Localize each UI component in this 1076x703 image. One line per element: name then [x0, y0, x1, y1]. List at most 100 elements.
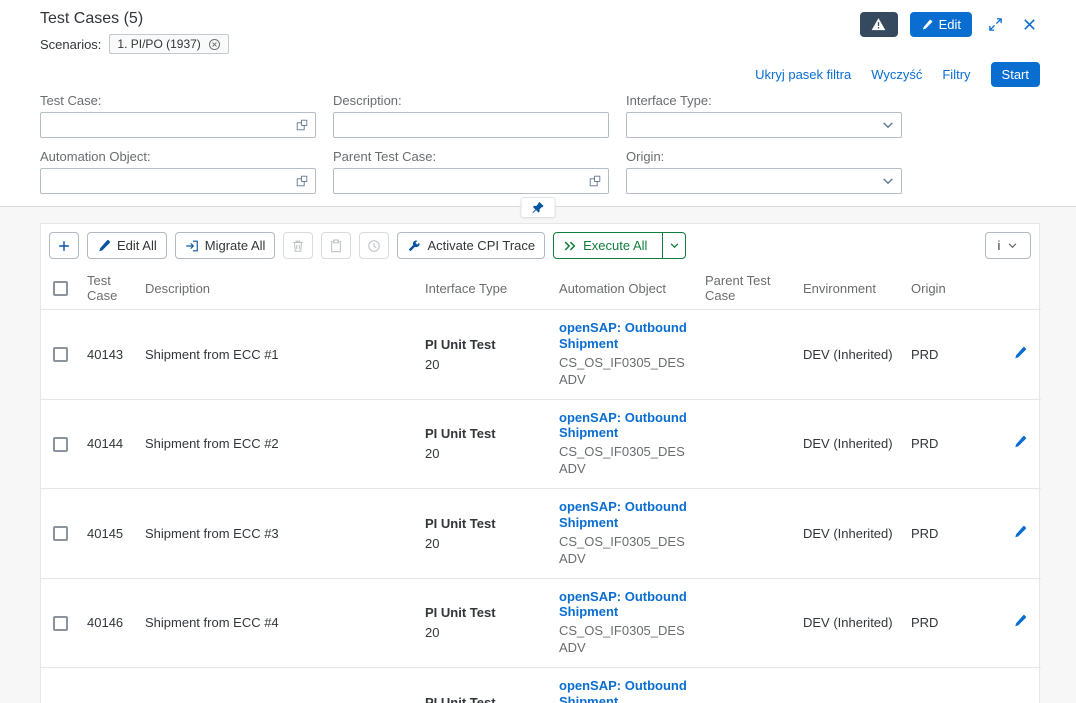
test-cases-panel: Test Cases (5) Scenarios: 1. PI/PO (1937…: [0, 0, 1076, 703]
paste-button: [321, 232, 351, 259]
environment: DEV (Inherited): [795, 399, 903, 489]
token-remove-icon[interactable]: [208, 38, 221, 51]
wrench-icon: [407, 239, 421, 253]
automation-object-filter-input[interactable]: [40, 168, 316, 194]
row-edit-icon[interactable]: [1013, 435, 1027, 449]
column-header-test-case: Test Case: [79, 267, 137, 310]
parent-test-case: [697, 668, 795, 703]
automation-object-link[interactable]: openSAP: Outbound Shipment: [559, 410, 689, 442]
column-header-parent-test-case: Parent Test Case: [697, 267, 795, 310]
scenario-token-label: 1. PI/PO (1937): [117, 37, 200, 51]
activate-cpi-trace-button[interactable]: Activate CPI Trace: [397, 232, 545, 259]
row-checkbox[interactable]: [53, 437, 68, 452]
test-cases-table: Test Case Description Interface Type Aut…: [41, 267, 1041, 703]
activate-cpi-trace-label: Activate CPI Trace: [427, 238, 535, 253]
parent-test-case: [697, 489, 795, 579]
parent-test-case-filter-input[interactable]: [333, 168, 609, 194]
filter-label-test-case: Test Case:: [40, 93, 316, 108]
history-button: [359, 232, 389, 259]
table-row: 40146 Shipment from ECC #4 PI Unit Test …: [41, 578, 1041, 668]
interface-type-code: 20: [425, 446, 543, 461]
interface-type-filter-select[interactable]: [626, 112, 902, 138]
edit-pencil-icon: [921, 19, 933, 31]
automation-object-id: CS_OS_IF0305_DESADV: [559, 534, 689, 568]
info-label: i: [998, 238, 1001, 253]
test-cases-table-card: Edit All Migrate All: [40, 223, 1040, 703]
test-case-description: Shipment from ECC #4: [137, 578, 417, 668]
test-case-id: 40145: [79, 489, 137, 579]
messages-button[interactable]: [860, 12, 898, 37]
row-checkbox[interactable]: [53, 347, 68, 362]
chevron-down-icon: [1007, 240, 1018, 251]
automation-object-id: CS_OS_IF0305_DESADV: [559, 355, 689, 389]
value-help-icon[interactable]: [289, 113, 315, 137]
automation-object-link[interactable]: openSAP: Outbound Shipment: [559, 678, 689, 703]
origin-filter-select[interactable]: [626, 168, 902, 194]
column-header-environment: Environment: [795, 267, 903, 310]
start-button[interactable]: Start: [991, 62, 1040, 87]
migrate-all-button[interactable]: Migrate All: [175, 232, 276, 259]
origin: PRD: [903, 310, 1003, 400]
filters-link[interactable]: Filtry: [942, 67, 970, 82]
row-edit-icon[interactable]: [1013, 525, 1027, 539]
scenario-token[interactable]: 1. PI/PO (1937): [109, 34, 228, 54]
migrate-all-label: Migrate All: [205, 238, 266, 253]
filter-label-description: Description:: [333, 93, 609, 108]
clear-link[interactable]: Wyczyść: [871, 67, 922, 82]
table-header-row: Test Case Description Interface Type Aut…: [41, 267, 1041, 310]
edit-all-button[interactable]: Edit All: [87, 232, 167, 259]
filter-label-origin: Origin:: [626, 149, 902, 164]
automation-object-id: CS_OS_IF0305_DESADV: [559, 444, 689, 478]
row-checkbox[interactable]: [53, 526, 68, 541]
delete-button: [283, 232, 313, 259]
row-edit-icon[interactable]: [1013, 346, 1027, 360]
automation-object-link[interactable]: openSAP: Outbound Shipment: [559, 320, 689, 352]
execute-all-button: Execute All: [553, 232, 686, 259]
row-edit-icon[interactable]: [1013, 614, 1027, 628]
interface-type-name: PI Unit Test: [425, 516, 543, 531]
execute-all-main[interactable]: Execute All: [554, 233, 656, 258]
select-all-checkbox[interactable]: [53, 281, 68, 296]
parent-test-case: [697, 578, 795, 668]
column-header-origin: Origin: [903, 267, 1003, 310]
filter-label-interface-type: Interface Type:: [626, 93, 902, 108]
row-checkbox[interactable]: [53, 616, 68, 631]
value-help-icon[interactable]: [582, 169, 608, 193]
migrate-icon: [185, 239, 199, 253]
parent-test-case: [697, 399, 795, 489]
environment: DEV (Inherited): [795, 489, 903, 579]
value-help-icon[interactable]: [289, 169, 315, 193]
interface-type-code: 20: [425, 536, 543, 551]
automation-object-link[interactable]: openSAP: Outbound Shipment: [559, 499, 689, 531]
chevron-down-icon: [875, 169, 901, 193]
origin: PRD: [903, 489, 1003, 579]
page-title: Test Cases (5): [40, 10, 229, 28]
execute-all-dropdown[interactable]: [662, 233, 685, 258]
table-row: 40144 Shipment from ECC #2 PI Unit Test …: [41, 399, 1041, 489]
edit-button[interactable]: Edit: [910, 12, 972, 37]
add-button[interactable]: [49, 232, 79, 259]
close-icon[interactable]: [1018, 14, 1040, 36]
test-case-description: Shipment from ECC #1: [137, 310, 417, 400]
interface-type-name: PI Unit Test: [425, 337, 543, 352]
test-case-id: 40143: [79, 310, 137, 400]
origin: PRD: [903, 668, 1003, 703]
info-dropdown-button[interactable]: i: [985, 232, 1031, 259]
environment: DEV (Inherited): [795, 310, 903, 400]
description-filter-input[interactable]: [333, 112, 609, 138]
interface-type-code: 20: [425, 625, 543, 640]
interface-type-code: 20: [425, 357, 543, 372]
expand-icon[interactable]: [984, 14, 1006, 36]
origin: PRD: [903, 399, 1003, 489]
pin-filterbar-button[interactable]: [521, 197, 556, 218]
column-header-actions: [1003, 267, 1041, 310]
test-case-description: Shipment from ECC #2: [137, 399, 417, 489]
warning-icon: [871, 17, 886, 32]
filter-grid: Test Case: Description: Interface Type:: [40, 93, 1040, 194]
test-case-filter-input[interactable]: [40, 112, 316, 138]
automation-object-link[interactable]: openSAP: Outbound Shipment: [559, 589, 689, 621]
origin: PRD: [903, 578, 1003, 668]
column-header-automation-object: Automation Object: [551, 267, 697, 310]
hide-filterbar-link[interactable]: Ukryj pasek filtra: [755, 67, 851, 82]
table-row: 40143 Shipment from ECC #1 PI Unit Test …: [41, 310, 1041, 400]
